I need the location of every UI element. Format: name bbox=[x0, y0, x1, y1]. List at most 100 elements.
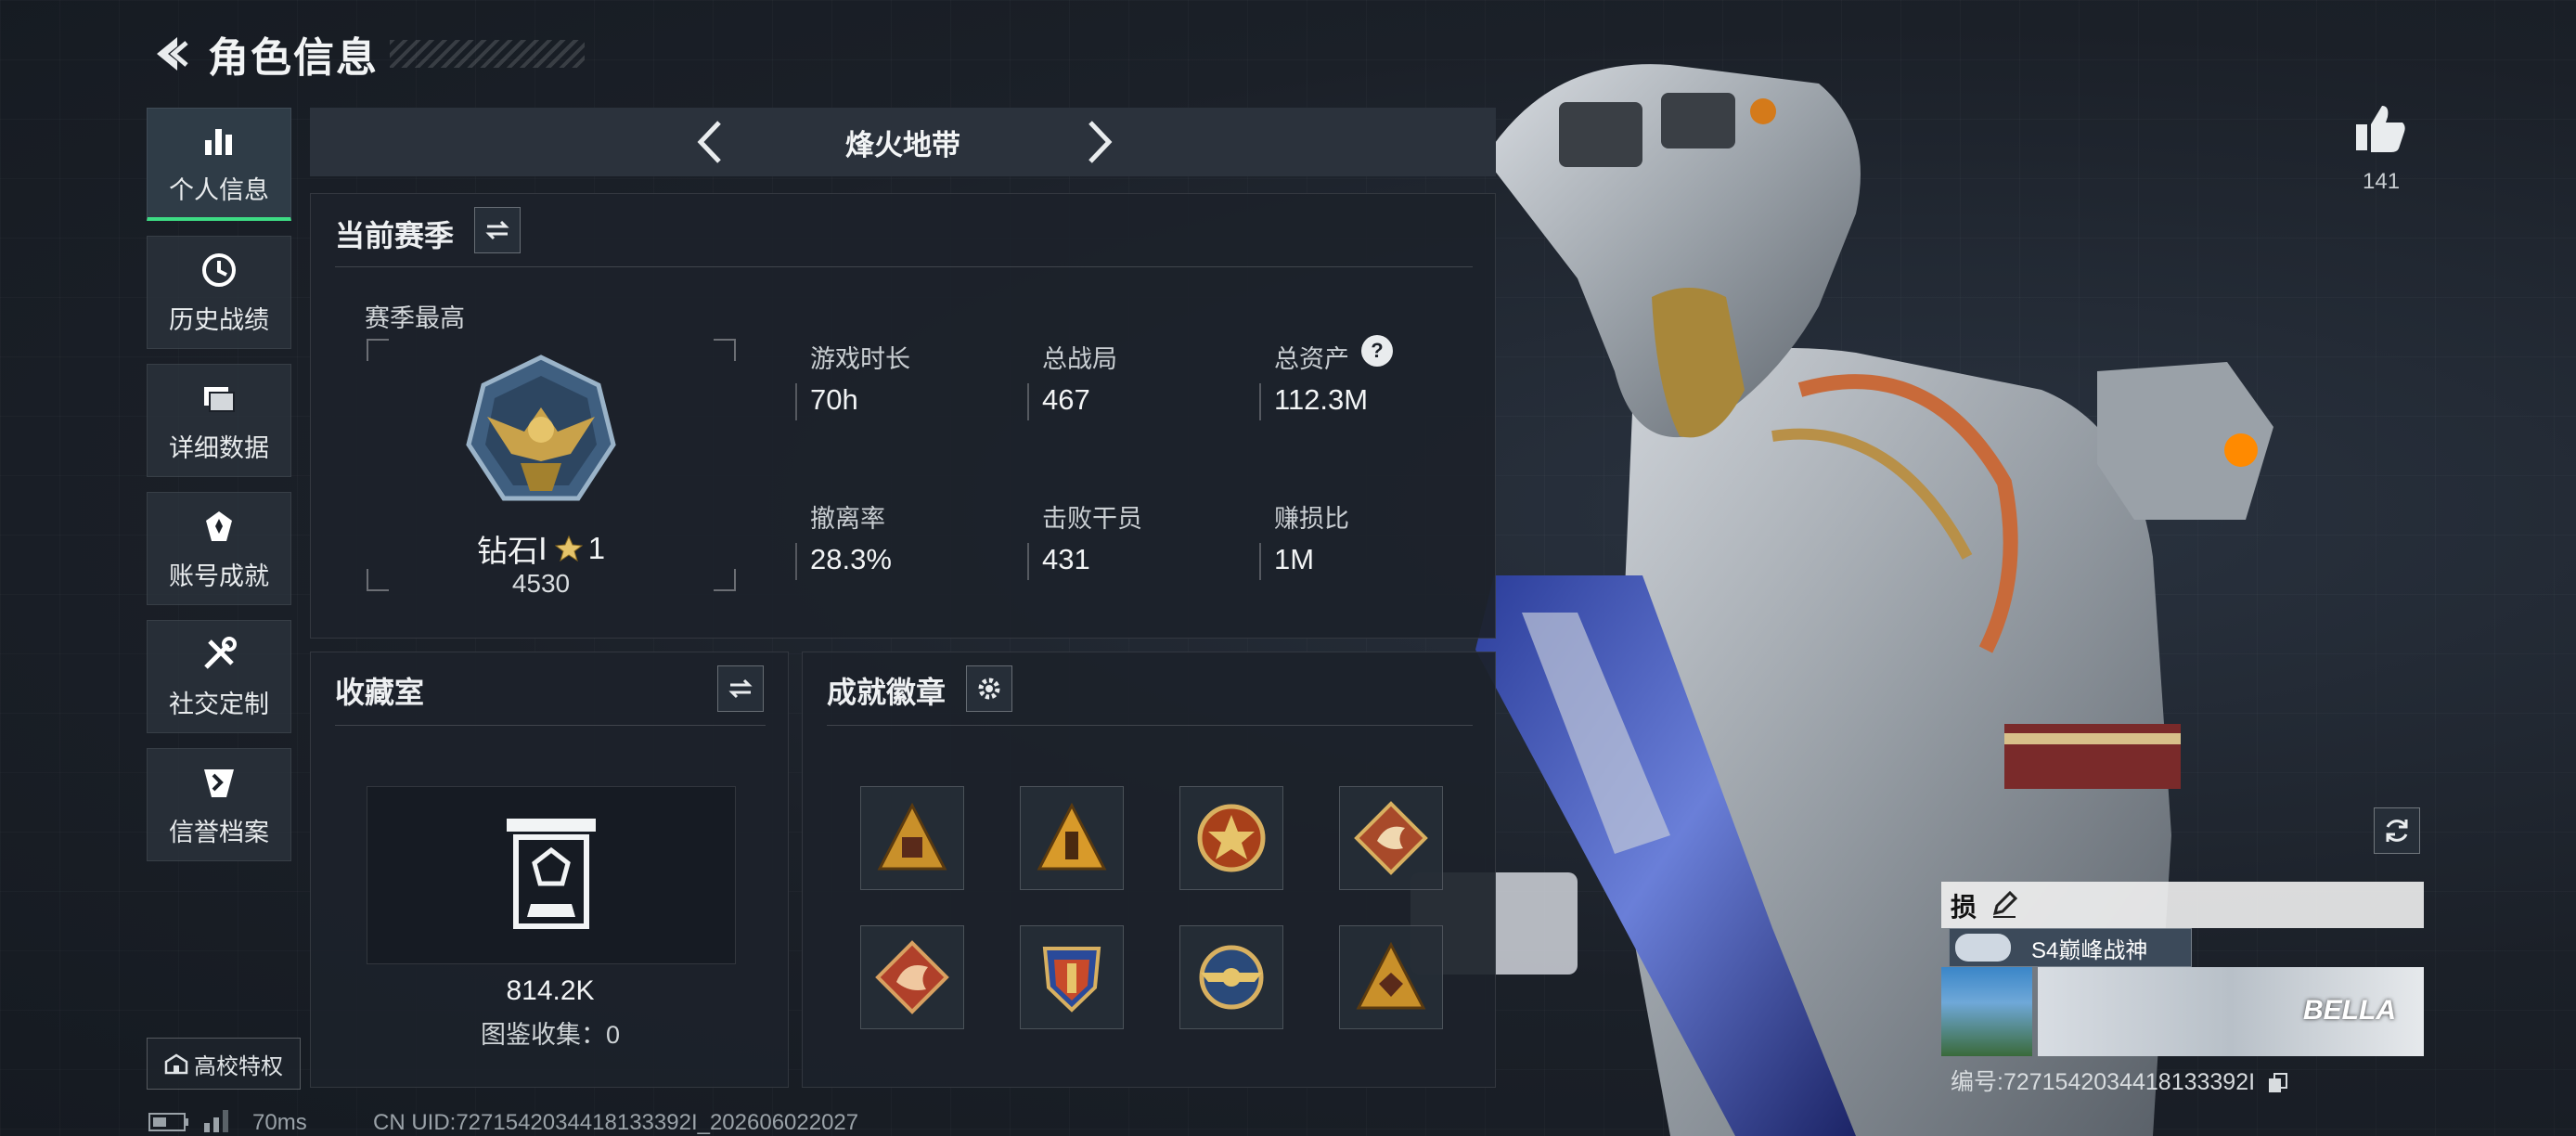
stat-label: 游戏时长 bbox=[810, 345, 910, 373]
season-title: 当前赛季 bbox=[335, 219, 455, 252]
title-tag: S4巅峰战神 bbox=[1949, 928, 2192, 967]
copy-icon[interactable] bbox=[2267, 1072, 2289, 1094]
badges-settings-button[interactable] bbox=[966, 665, 1012, 712]
frame-corner bbox=[714, 339, 736, 361]
frame-corner bbox=[367, 569, 389, 591]
mode-prev-button[interactable] bbox=[685, 117, 735, 167]
thumbs-up-icon[interactable] bbox=[2352, 100, 2408, 156]
sidebar-item-achievements[interactable]: 账号成就 bbox=[147, 492, 291, 605]
sidebar-item-history[interactable]: 历史战绩 bbox=[147, 236, 291, 349]
divider bbox=[827, 725, 1473, 726]
rank-points: 4530 bbox=[511, 569, 571, 598]
sidebar: 个人信息 历史战绩 详细数据 账号成就 社交定制 信誉档案 bbox=[147, 108, 291, 876]
collection-title: 收藏室 bbox=[335, 676, 425, 709]
title-decoration bbox=[390, 40, 585, 68]
mode-next-button[interactable] bbox=[1075, 117, 1125, 167]
sidebar-item-label: 详细数据 bbox=[169, 433, 269, 462]
tools-icon bbox=[199, 634, 239, 675]
stat-label: 赚损比 bbox=[1274, 505, 1349, 533]
clock-icon bbox=[199, 250, 239, 290]
stat-divider bbox=[1027, 543, 1029, 580]
collection-count: 图鉴收集：0 bbox=[311, 1014, 790, 1051]
frame-corner bbox=[367, 339, 389, 361]
collection-panel: 收藏室 814.2K 图鉴收集：0 bbox=[310, 652, 789, 1088]
player-id: 编号:7271542034418133392I bbox=[1951, 1064, 2289, 1097]
sidebar-item-label: 社交定制 bbox=[169, 690, 269, 718]
badge-slot[interactable] bbox=[1020, 786, 1124, 890]
stat-label: 总战局 bbox=[1042, 345, 1117, 373]
title-tag-text: S4巅峰战神 bbox=[2031, 937, 2148, 963]
divider bbox=[335, 266, 1473, 267]
mode-selector: 烽火地带 bbox=[310, 108, 1496, 176]
rank-tier: Ⅰ bbox=[537, 531, 547, 566]
shield-badge-icon bbox=[1042, 947, 1101, 1013]
edit-pen-icon[interactable] bbox=[1990, 889, 2019, 919]
badge-slot[interactable] bbox=[860, 786, 964, 890]
folder-icon bbox=[199, 378, 239, 419]
badge-slot[interactable] bbox=[1339, 925, 1443, 1029]
campus-label: 高校特权 bbox=[194, 1053, 283, 1079]
rotate-icon bbox=[2386, 820, 2408, 842]
collection-preview[interactable] bbox=[367, 786, 736, 964]
battery-icon bbox=[148, 1113, 188, 1131]
divider bbox=[335, 725, 766, 726]
title-tag-icon bbox=[1955, 934, 2011, 962]
player-id-text: 编号:7271542034418133392I bbox=[1951, 1069, 2256, 1095]
stat-divider bbox=[1259, 383, 1261, 420]
stat-value: 467 bbox=[1042, 383, 1090, 416]
sidebar-item-credit-record[interactable]: 信誉档案 bbox=[147, 748, 291, 861]
collection-value: 814.2K bbox=[506, 975, 595, 1006]
collect-count: 0 bbox=[605, 1021, 621, 1049]
rank-stars: 1 bbox=[587, 531, 606, 565]
sidebar-item-detail-data[interactable]: 详细数据 bbox=[147, 364, 291, 477]
stat-divider bbox=[795, 383, 797, 420]
stat-value: 28.3% bbox=[810, 543, 892, 575]
stat-value: 112.3M bbox=[1274, 383, 1369, 416]
campus-icon bbox=[164, 1053, 188, 1075]
ping-value: 70ms bbox=[252, 1110, 307, 1135]
gear-icon bbox=[978, 678, 1000, 700]
display-case-icon bbox=[507, 819, 596, 929]
star-icon bbox=[554, 535, 583, 562]
rank-line: 钻石 Ⅰ 1 bbox=[459, 526, 623, 571]
sidebar-item-social-custom[interactable]: 社交定制 bbox=[147, 620, 291, 733]
stat-label: 击败干员 bbox=[1042, 505, 1142, 533]
stat-label: 撤离率 bbox=[810, 505, 885, 533]
badge-slot[interactable] bbox=[1179, 925, 1283, 1029]
triangle-badge-icon bbox=[1356, 941, 1426, 1010]
badges-title: 成就徽章 bbox=[827, 676, 947, 709]
rank-name: 钻石 bbox=[476, 534, 538, 568]
chevron-left-icon bbox=[697, 121, 721, 163]
sidebar-item-personal-info[interactable]: 个人信息 bbox=[147, 108, 291, 221]
triangle-badge-icon bbox=[877, 802, 947, 871]
rotate-model-button[interactable] bbox=[2374, 807, 2420, 854]
back-button[interactable] bbox=[148, 32, 191, 75]
card-banner-image: BELLA bbox=[2038, 967, 2424, 1056]
card-banner-label: BELLA bbox=[2303, 995, 2396, 1026]
swap-icon bbox=[728, 678, 753, 699]
card-signature: 损 bbox=[1951, 893, 1977, 922]
bar-chart-icon bbox=[199, 120, 239, 161]
campus-privilege-button[interactable]: 高校特权 bbox=[147, 1038, 301, 1090]
stat-divider bbox=[1027, 383, 1029, 420]
season-best-label: 赛季最高 bbox=[365, 304, 465, 332]
uid-text: CN UID:7271542034418133392I_202606022027 bbox=[373, 1110, 859, 1135]
shield-icon bbox=[199, 762, 239, 803]
swap-icon bbox=[485, 220, 509, 240]
collection-switch-button[interactable] bbox=[717, 665, 764, 712]
sidebar-item-label: 历史战绩 bbox=[169, 305, 269, 334]
badge-slot[interactable] bbox=[1179, 786, 1283, 890]
star-medal-icon bbox=[1197, 804, 1266, 872]
season-panel: 当前赛季 赛季最高 钻石 Ⅰ 1 4530 游戏时长 70h 总战局 467 总… bbox=[310, 193, 1496, 639]
badge-slot[interactable] bbox=[1339, 786, 1443, 890]
badge-slot[interactable] bbox=[860, 925, 964, 1029]
sidebar-item-label: 个人信息 bbox=[169, 176, 269, 204]
help-icon[interactable]: ? bbox=[1361, 335, 1393, 367]
badges-panel: 成就徽章 bbox=[802, 652, 1496, 1088]
badge-slot[interactable] bbox=[1020, 925, 1124, 1029]
stat-value: 70h bbox=[810, 383, 858, 416]
player-card[interactable]: 损 S4巅峰战神 BELLA bbox=[1941, 882, 2424, 1058]
chevron-right-icon bbox=[1088, 121, 1113, 163]
season-switch-button[interactable] bbox=[474, 207, 521, 253]
sidebar-item-label: 信誉档案 bbox=[169, 818, 269, 846]
